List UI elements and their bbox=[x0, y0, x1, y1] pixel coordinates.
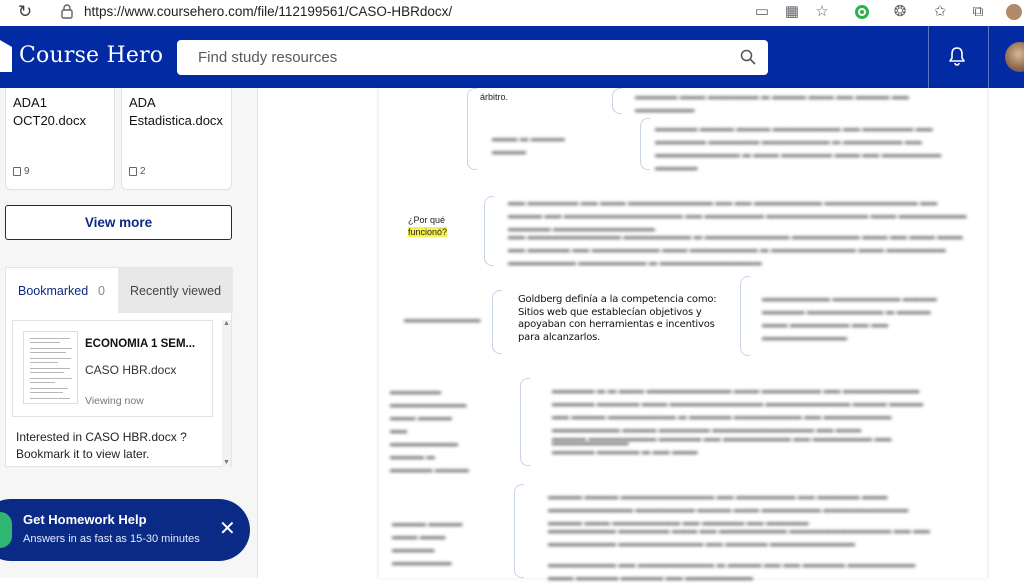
diagram-bracket bbox=[514, 484, 524, 578]
lock-icon[interactable] bbox=[60, 3, 74, 19]
pages-icon bbox=[129, 167, 137, 176]
header-divider bbox=[928, 26, 929, 88]
search-icon[interactable] bbox=[740, 49, 756, 65]
blurred-text: ▬▬▬▬ ▬▬▬▬▬▬▬▬ ▬▬▬▬▬ ▬▬ ▬▬▬▬▬▬▬▬ ▬▬ ▬▬▬▬▬… bbox=[552, 433, 892, 456]
star-add-icon[interactable]: ☆ bbox=[812, 2, 832, 22]
avatar[interactable] bbox=[1005, 42, 1024, 72]
card-count: 2 bbox=[129, 166, 146, 177]
blurred-text: ▬▬▬▬▬▬ ▬▬▬▬▬▬▬▬▬ ▬▬▬ ▬▬▬▬ ▬▬ ▬▬▬▬▬▬▬▬ ▬▬… bbox=[390, 386, 469, 474]
site-header: Course Hero Find study resources bbox=[0, 26, 1024, 88]
cast-icon[interactable]: ▭ bbox=[752, 2, 772, 22]
bell-icon[interactable] bbox=[947, 46, 967, 66]
scroll-up-icon[interactable]: ▲ bbox=[223, 320, 230, 327]
card-count-value: 2 bbox=[140, 166, 146, 177]
collections-icon[interactable]: ⧉ bbox=[968, 2, 988, 22]
bookmark-count: 0 bbox=[98, 284, 105, 298]
favorites-icon[interactable]: ✩ bbox=[930, 2, 950, 22]
header-divider bbox=[988, 26, 989, 88]
diagram-bracket bbox=[484, 196, 494, 266]
diagram-bracket bbox=[492, 290, 502, 354]
card-count: 9 bbox=[13, 166, 30, 177]
doc-question: ¿Por qué funcionó? bbox=[408, 214, 448, 238]
blurred-text: ▬▬ ▬▬▬▬▬▬▬▬▬▬▬ ▬▬▬▬▬▬▬▬ ▬ ▬▬▬▬▬▬▬▬▬▬ ▬▬▬… bbox=[508, 231, 963, 267]
card-title: ADA Estadistica.docx bbox=[129, 95, 223, 128]
bookmarks-panel: Bookmarked 0 Recently viewed ECONOMIA 1 … bbox=[5, 267, 233, 467]
related-doc-card[interactable]: ADA1 OCT20.docx 9 bbox=[5, 88, 115, 190]
pages-icon bbox=[13, 167, 21, 176]
homework-help-subtitle: Answers in as fast as 15-30 minutes bbox=[23, 533, 200, 545]
diagram-bracket bbox=[612, 88, 622, 114]
recent-doc-status: Viewing now bbox=[85, 395, 144, 407]
blurred-text: ▬▬▬▬▬▬▬▬ ▬▬▬▬▬▬▬▬ ▬▬▬▬ ▬▬▬▬▬ ▬▬▬▬▬▬▬▬▬ ▬… bbox=[762, 293, 937, 342]
diagram-bracket bbox=[640, 118, 650, 170]
address-bar[interactable]: https://www.coursehero.com/file/11219956… bbox=[84, 4, 452, 19]
reload-icon[interactable]: ↻ bbox=[15, 2, 35, 22]
blurred-text: ▬▬▬▬ ▬▬▬▬ ▬▬▬ ▬▬▬ ▬▬▬▬▬ ▬▬▬▬▬▬▬ bbox=[392, 518, 463, 567]
bookmark-hint: Interested in CASO HBR.docx ? Bookmark i… bbox=[16, 430, 187, 461]
extension-icon[interactable] bbox=[852, 2, 872, 22]
doc-goldberg-text: Goldberg definía a la competencia como: … bbox=[518, 294, 717, 343]
tab-bookmarked-label: Bookmarked bbox=[18, 284, 89, 298]
search-placeholder: Find study resources bbox=[198, 49, 338, 66]
course-hero-logo-icon[interactable] bbox=[0, 40, 12, 72]
card-title: ADA1 OCT20.docx bbox=[13, 95, 86, 128]
scroll-down-icon[interactable]: ▼ bbox=[223, 459, 230, 466]
homework-help-banner[interactable]: Get Homework Help Answers in as fast as … bbox=[0, 499, 250, 561]
qr-icon[interactable]: ▦ bbox=[782, 2, 802, 22]
tab-recently-viewed[interactable]: Recently viewed bbox=[118, 268, 233, 313]
puzzle-icon[interactable]: ❂ bbox=[890, 2, 910, 22]
recent-doc-card[interactable]: ECONOMIA 1 SEM... CASO HBR.docx Viewing … bbox=[12, 320, 213, 417]
related-doc-card[interactable]: ADA Estadistica.docx 2 bbox=[121, 88, 232, 190]
browser-toolbar: ↻ https://www.coursehero.com/file/112199… bbox=[0, 0, 1024, 24]
card-count-value: 9 bbox=[24, 166, 30, 177]
tab-bookmarked[interactable]: Bookmarked 0 bbox=[6, 268, 118, 313]
blurred-text: ▬▬▬ ▬ ▬▬▬▬ ▬▬▬▬ bbox=[492, 133, 565, 156]
document-thumbnail bbox=[23, 331, 78, 404]
homework-help-icon bbox=[0, 512, 12, 548]
tab-recent-label: Recently viewed bbox=[130, 284, 222, 298]
blurred-text: ▬▬▬▬▬▬▬▬▬ bbox=[404, 314, 481, 324]
question-line-1: ¿Por qué bbox=[408, 215, 446, 225]
diagram-bracket bbox=[520, 378, 530, 466]
view-more-button[interactable]: View more bbox=[5, 205, 232, 240]
blurred-text: ▬▬▬▬▬▬▬▬ ▬▬ ▬▬▬▬▬▬▬▬▬ ▬ ▬▬▬▬ ▬▬ ▬▬ ▬▬▬▬▬… bbox=[548, 559, 916, 582]
blurred-text: ▬▬▬▬▬ ▬▬▬▬ ▬▬▬▬ ▬▬▬▬▬▬▬▬ ▬▬ ▬▬▬▬▬▬ ▬▬ ▬▬… bbox=[655, 123, 942, 172]
blurred-text: ▬▬▬▬▬▬▬▬ ▬▬▬▬▬▬ ▬▬▬ ▬▬ ▬▬▬▬▬▬▬▬ ▬▬▬▬▬▬▬▬… bbox=[548, 525, 931, 548]
close-icon[interactable]: ✕ bbox=[219, 517, 236, 541]
sidebar-divider bbox=[257, 88, 258, 578]
diagram-bracket bbox=[467, 88, 477, 170]
brand-name[interactable]: Course Hero bbox=[19, 43, 163, 68]
profile-icon[interactable] bbox=[1004, 2, 1024, 22]
panel-scrollbar[interactable]: ▲ ▼ bbox=[222, 320, 231, 467]
recent-doc-title: ECONOMIA 1 SEM... bbox=[85, 338, 196, 350]
blurred-text: ▬▬▬▬▬ ▬▬▬ ▬▬▬▬▬▬ ▬ ▬▬▬▬ ▬▬▬ ▬▬ ▬▬▬▬ ▬▬ ▬… bbox=[635, 91, 909, 114]
diagram-bracket bbox=[740, 276, 750, 356]
homework-help-title: Get Homework Help bbox=[23, 512, 147, 527]
doc-text-arbitro: árbitro. bbox=[480, 92, 509, 102]
search-input[interactable]: Find study resources bbox=[177, 40, 768, 75]
highlighted-text: funcionó? bbox=[408, 227, 448, 237]
recent-doc-filename: CASO HBR.docx bbox=[85, 363, 177, 377]
